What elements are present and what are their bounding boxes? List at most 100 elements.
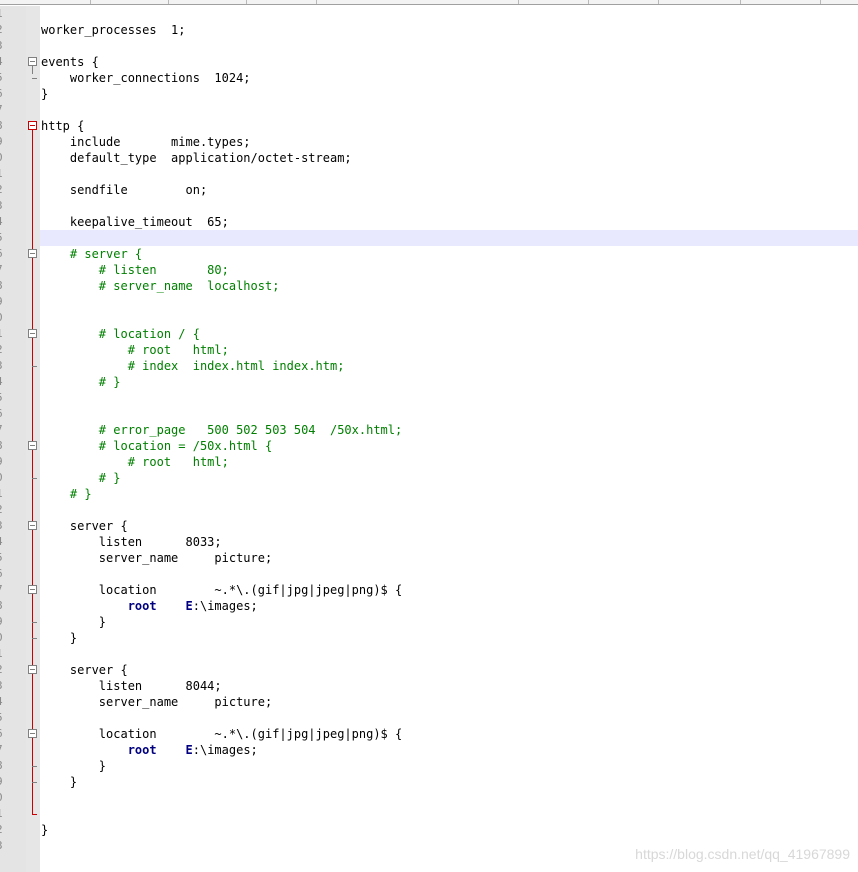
code-comment: # } [98, 471, 121, 485]
fold-toggle-minus-icon[interactable] [28, 329, 37, 338]
line-number: 2 [0, 182, 24, 198]
code-line[interactable]: } [41, 86, 48, 102]
tab-separator [658, 0, 659, 4]
code-comment: # error_page 500 502 503 504 /50x.html; [98, 423, 403, 437]
code-line[interactable]: events { [41, 54, 99, 70]
code-line[interactable]: # error_page 500 502 503 504 /50x.html; [41, 422, 402, 438]
code-line[interactable]: sendfile on; [41, 182, 207, 198]
code-line[interactable]: http { [41, 118, 84, 134]
tab-separator [518, 0, 519, 4]
code-line[interactable]: root E:\images; [41, 598, 258, 614]
current-line-highlight [40, 230, 858, 246]
code-comment: # location = /50x.html { [98, 439, 273, 453]
code-line[interactable]: listen 8033; [41, 534, 222, 550]
line-number: 6 [0, 566, 24, 582]
code-line[interactable]: } [41, 758, 106, 774]
line-number: 8 [0, 598, 24, 614]
fold-end-marker [32, 782, 37, 783]
code-line[interactable]: # } [41, 374, 121, 390]
fold-toggle-minus-icon[interactable] [28, 57, 37, 66]
tab-strip[interactable] [0, 0, 858, 5]
code-line[interactable]: include mime.types; [41, 134, 251, 150]
line-number: 4 [0, 374, 24, 390]
code-line[interactable]: } [41, 614, 106, 630]
code-line[interactable]: server { [41, 518, 128, 534]
code-line[interactable]: server_name picture; [41, 550, 272, 566]
line-number: 8 [0, 438, 24, 454]
line-number: 8 [0, 278, 24, 294]
code-line[interactable]: # listen 80; [41, 262, 229, 278]
fold-toggle-minus-icon[interactable] [28, 441, 37, 450]
line-number: 4 [0, 214, 24, 230]
line-number: 6 [0, 726, 24, 742]
line-number: 5 [0, 70, 24, 86]
code-line[interactable]: # root html; [41, 342, 229, 358]
tab-separator [316, 0, 317, 4]
code-line[interactable]: server { [41, 662, 128, 678]
code-token: listen 8033; [41, 535, 222, 549]
line-number: 6 [0, 246, 24, 262]
code-line[interactable]: listen 8044; [41, 678, 222, 694]
code-keyword: root [127, 599, 157, 613]
code-keyword: E [185, 599, 193, 613]
code-line[interactable]: default_type application/octet-stream; [41, 150, 352, 166]
code-line[interactable]: } [41, 774, 77, 790]
code-token: } [41, 759, 107, 773]
line-number: 3 [0, 358, 24, 374]
line-number: 1 [0, 166, 24, 182]
fold-toggle-minus-icon[interactable] [28, 249, 37, 258]
code-line[interactable]: # location = /50x.html { [41, 438, 272, 454]
line-number: 2 [0, 662, 24, 678]
line-number: 7 [0, 422, 24, 438]
fold-toggle-minus-icon[interactable] [28, 585, 37, 594]
code-line[interactable]: } [41, 822, 48, 838]
code-line[interactable]: # server { [41, 246, 142, 262]
fold-range-line [32, 130, 33, 814]
code-line[interactable]: worker_processes 1; [41, 22, 186, 38]
fold-end-marker [32, 814, 37, 815]
code-line[interactable]: # index index.html index.htm; [41, 358, 345, 374]
code-comment: # root html; [127, 343, 229, 357]
code-token: include mime.types; [41, 135, 251, 149]
code-keyword: root [127, 743, 157, 757]
fold-toggle-minus-icon[interactable] [28, 121, 37, 130]
code-line[interactable]: # } [41, 486, 92, 502]
code-line[interactable]: root E:\images; [41, 742, 258, 758]
line-number: 0 [0, 470, 24, 486]
code-token: listen 8044; [41, 679, 222, 693]
code-line[interactable]: worker_connections 1024; [41, 70, 251, 86]
tab-separator [246, 0, 247, 4]
fold-end-marker [32, 638, 37, 639]
code-token: } [41, 615, 107, 629]
tab-separator [588, 0, 589, 4]
code-line[interactable]: } [41, 630, 77, 646]
code-line[interactable]: location ~.*\.(gif|jpg|jpeg|png)$ { [41, 582, 402, 598]
fold-range-line [32, 66, 33, 74]
code-line[interactable]: # server_name localhost; [41, 278, 280, 294]
code-line[interactable]: location ~.*\.(gif|jpg|jpeg|png)$ { [41, 726, 402, 742]
fold-toggle-minus-icon[interactable] [28, 665, 37, 674]
code-line[interactable]: keepalive_timeout 65; [41, 214, 229, 230]
code-comment: # } [98, 375, 121, 389]
fold-toggle-minus-icon[interactable] [28, 729, 37, 738]
code-token: } [41, 823, 49, 837]
line-number: 3 [0, 198, 24, 214]
code-line[interactable]: # location / { [41, 326, 200, 342]
code-token: :\images; [192, 743, 258, 757]
fold-toggle-minus-icon[interactable] [28, 521, 37, 530]
line-number: 5 [0, 710, 24, 726]
code-line[interactable]: # } [41, 470, 121, 486]
code-token: :\images; [192, 599, 258, 613]
fold-margin[interactable] [26, 6, 40, 872]
code-line[interactable]: # root html; [41, 454, 229, 470]
line-number: 9 [0, 774, 24, 790]
code-token: worker_connections 1024; [41, 71, 251, 85]
code-comment: # } [69, 487, 92, 501]
code-editor[interactable]: worker_processes 1; events { worker_conne… [0, 0, 858, 872]
code-line[interactable]: server_name picture; [41, 694, 272, 710]
fold-end-marker [32, 766, 37, 767]
